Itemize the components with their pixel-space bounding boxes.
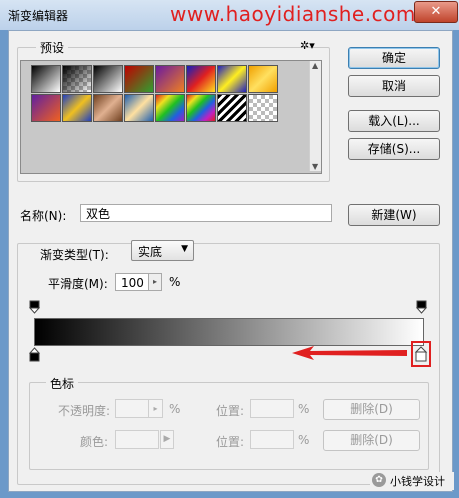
opacity-dropdown-icon[interactable]: ▸	[148, 399, 163, 418]
brand-text: 小钱学设计	[390, 475, 445, 488]
presets-label: 预设	[36, 39, 69, 56]
gradient-type-select[interactable]: 实底 ▼	[131, 240, 194, 261]
location2-label: 位置:	[216, 435, 245, 449]
preset-swatch[interactable]	[31, 94, 61, 122]
ok-button[interactable]: 确定	[348, 47, 440, 69]
preset-swatch[interactable]	[62, 65, 92, 93]
scroll-down-icon[interactable]: ▼	[312, 162, 318, 171]
preset-swatch[interactable]	[186, 94, 216, 122]
preset-swatch[interactable]	[186, 65, 216, 93]
gradient-type-label: 渐变类型(T):	[40, 248, 109, 262]
watermark: www.haoyidianshe.com	[170, 2, 416, 26]
preset-swatch[interactable]	[62, 94, 92, 122]
annotation-arrow-icon	[292, 346, 407, 360]
color-swatch[interactable]	[115, 430, 159, 449]
smoothness-label: 平滑度(M):	[48, 277, 108, 291]
opacity-label: 不透明度:	[58, 404, 111, 418]
new-button[interactable]: 新建(W)	[348, 204, 440, 226]
color-stops-label: 色标	[46, 375, 79, 392]
preset-swatch[interactable]	[93, 94, 123, 122]
preset-swatch[interactable]	[124, 94, 154, 122]
location-unit: %	[298, 402, 310, 416]
opacity-input[interactable]	[115, 399, 149, 418]
color-picker-arrow-icon[interactable]: ▶	[160, 430, 174, 449]
location-input[interactable]	[250, 399, 294, 418]
location2-unit: %	[298, 433, 310, 447]
wechat-icon: ✿	[372, 473, 386, 487]
gradient-type-value: 实底	[138, 245, 163, 259]
preset-swatch[interactable]	[155, 65, 185, 93]
name-input[interactable]: 双色	[80, 204, 332, 222]
delete-color-stop-button[interactable]: 删除(D)	[323, 430, 420, 451]
preset-swatch[interactable]	[217, 65, 247, 93]
preset-swatch[interactable]	[248, 65, 278, 93]
color-stop-right-highlighted[interactable]	[411, 341, 431, 367]
name-label: 名称(N):	[20, 209, 67, 223]
preset-swatch[interactable]	[248, 94, 278, 122]
opacity-unit: %	[169, 402, 181, 416]
gradient-preview-bar[interactable]	[34, 318, 424, 346]
preset-swatch[interactable]	[31, 65, 61, 93]
opacity-stop-left[interactable]	[29, 300, 40, 314]
cancel-button[interactable]: 取消	[348, 75, 440, 97]
scroll-up-icon[interactable]: ▲	[312, 61, 318, 70]
preset-swatch[interactable]	[217, 94, 247, 122]
preset-scrollbar[interactable]: ▲ ▼	[309, 61, 321, 171]
opacity-stop-right[interactable]	[416, 300, 427, 314]
save-button[interactable]: 存储(S)...	[348, 138, 440, 160]
gear-icon[interactable]: ✲▾	[300, 39, 315, 52]
brand-badge: ✿ 小钱学设计	[370, 472, 454, 490]
delete-opacity-stop-button[interactable]: 删除(D)	[323, 399, 420, 420]
preset-swatch[interactable]	[124, 65, 154, 93]
preset-swatch-area	[20, 60, 322, 174]
color-stop-left[interactable]	[29, 347, 40, 362]
close-button[interactable]: ✕	[414, 1, 458, 23]
load-button[interactable]: 载入(L)...	[348, 110, 440, 132]
smoothness-input[interactable]: 100	[115, 273, 149, 291]
color-label: 颜色:	[80, 435, 109, 449]
location-label: 位置:	[216, 404, 245, 418]
smoothness-unit: %	[169, 275, 181, 289]
preset-swatch[interactable]	[155, 94, 185, 122]
window-title: 渐变编辑器	[8, 9, 69, 23]
location2-input[interactable]	[250, 430, 294, 449]
color-stops-group	[29, 382, 429, 470]
chevron-down-icon: ▼	[181, 244, 188, 254]
preset-swatch[interactable]	[93, 65, 123, 93]
smoothness-dropdown-icon[interactable]: ▸	[148, 273, 162, 291]
